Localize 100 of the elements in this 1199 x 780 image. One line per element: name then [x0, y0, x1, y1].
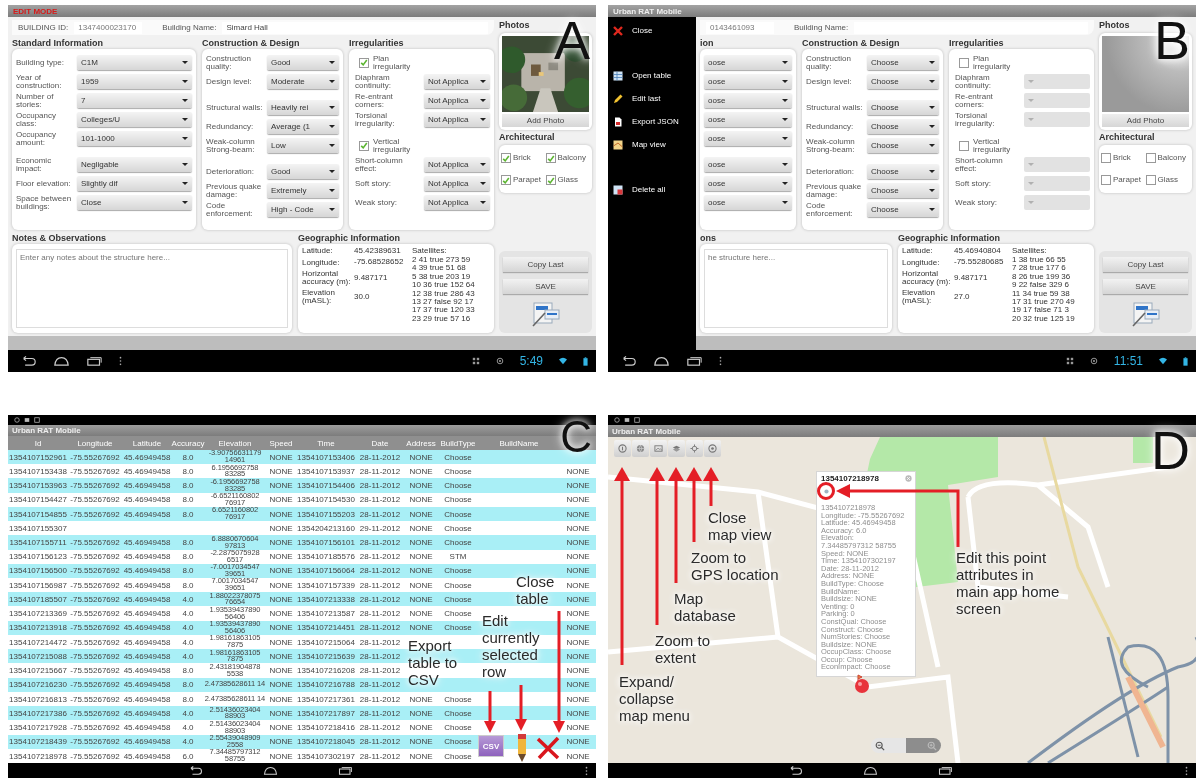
- dropdown[interactable]: oose: [704, 55, 792, 70]
- dropdown[interactable]: 101-1000: [77, 131, 192, 146]
- back-icon[interactable]: [788, 766, 803, 775]
- building-id-field[interactable]: 1347400023170: [74, 21, 143, 34]
- home-icon[interactable]: [863, 766, 878, 775]
- dropdown[interactable]: Not Applica: [424, 176, 490, 191]
- dropdown[interactable]: oose: [704, 157, 792, 172]
- checkbox[interactable]: [501, 153, 511, 163]
- menu-item[interactable]: Open table: [608, 64, 696, 87]
- recents-icon[interactable]: [938, 766, 953, 775]
- dropdown[interactable]: C1M: [77, 55, 192, 70]
- back-icon[interactable]: [620, 356, 637, 366]
- menu-item[interactable]: Export JSON: [608, 110, 696, 133]
- map-edit-icon[interactable]: [1130, 301, 1161, 327]
- table-cell-text: 1354107213369: [8, 608, 68, 621]
- dropdown[interactable]: oose: [704, 112, 792, 127]
- map-edit-icon[interactable]: [530, 301, 561, 327]
- dropdown[interactable]: Choose: [867, 183, 939, 198]
- add-photo-button[interactable]: Add Photo: [1102, 114, 1189, 127]
- zoom-out-icon[interactable]: [875, 740, 885, 751]
- toolbar-button[interactable]: [650, 440, 667, 457]
- dropdown[interactable]: oose: [704, 74, 792, 89]
- dropdown[interactable]: Good: [267, 55, 339, 70]
- table-cell-text: 1354107154406: [296, 480, 356, 493]
- satellite-entry: 7 28 true 177 6: [1012, 264, 1067, 273]
- dropdown[interactable]: Close: [77, 195, 192, 210]
- dropdown[interactable]: oose: [704, 176, 792, 191]
- recents-icon[interactable]: [686, 356, 703, 366]
- notes-field[interactable]: he structure here...: [704, 249, 888, 328]
- dropdown[interactable]: Not Applica: [424, 74, 490, 89]
- checkbox[interactable]: [1101, 153, 1111, 163]
- toolbar-button[interactable]: [704, 440, 721, 457]
- dropdown[interactable]: Negligable: [77, 157, 192, 172]
- checkbox[interactable]: [1101, 175, 1111, 185]
- dropdown[interactable]: Not Applica: [424, 157, 490, 172]
- dropdown[interactable]: 1959: [77, 74, 192, 89]
- dropdown[interactable]: oose: [704, 195, 792, 210]
- toolbar-button[interactable]: [668, 440, 685, 457]
- dropdown[interactable]: Heavily rei: [267, 100, 339, 115]
- dropdown[interactable]: Choose: [867, 55, 939, 70]
- back-icon[interactable]: [188, 766, 203, 775]
- dropdown[interactable]: 7: [77, 93, 192, 108]
- menu-item[interactable]: Delete all: [608, 178, 696, 201]
- menu-item[interactable]: Map view: [608, 133, 696, 156]
- building-name-field[interactable]: Simard Hall: [222, 21, 488, 34]
- menu-item[interactable]: Edit last: [608, 87, 696, 110]
- dropdown[interactable]: Good: [267, 164, 339, 179]
- notes-field[interactable]: Enter any notes about the structure here...: [16, 249, 288, 328]
- dropdown[interactable]: Not Applica: [424, 195, 490, 210]
- toolbar-button[interactable]: [632, 440, 649, 457]
- dropdown[interactable]: Not Applica: [424, 112, 490, 127]
- dropdown[interactable]: Low: [267, 138, 339, 153]
- dropdown[interactable]: Choose: [867, 74, 939, 89]
- dropdown[interactable]: Average (1: [267, 119, 339, 134]
- home-icon[interactable]: [53, 356, 70, 366]
- menu-icon[interactable]: [719, 356, 722, 366]
- checkbox[interactable]: [1145, 153, 1156, 163]
- dropdown[interactable]: Choose: [867, 119, 939, 134]
- map-pin-icon[interactable]: [852, 673, 872, 695]
- checkbox[interactable]: [959, 57, 969, 68]
- checkbox[interactable]: [545, 175, 556, 185]
- dropdown[interactable]: oose: [704, 131, 792, 146]
- dropdown[interactable]: Slightly dif: [77, 176, 192, 191]
- menu-icon[interactable]: [1185, 765, 1188, 776]
- action-button[interactable]: Copy Last: [1103, 257, 1188, 272]
- zoom-in-icon[interactable]: [927, 740, 937, 751]
- dropdown[interactable]: Extremely: [267, 183, 339, 198]
- dropdown[interactable]: oose: [704, 93, 792, 108]
- dropdown[interactable]: Choose: [867, 164, 939, 179]
- home-icon[interactable]: [263, 766, 278, 775]
- building-id-field[interactable]: 0143461093: [706, 21, 774, 34]
- marker-icon[interactable]: [824, 489, 829, 494]
- toolbar-button[interactable]: [614, 440, 631, 457]
- checkbox[interactable]: [501, 175, 511, 185]
- toolbar-button[interactable]: [686, 440, 703, 457]
- recents-icon[interactable]: [86, 356, 103, 366]
- dropdown[interactable]: Choose: [867, 100, 939, 115]
- dropdown[interactable]: Colleges/U: [77, 112, 192, 127]
- action-button[interactable]: SAVE: [1103, 279, 1188, 294]
- dropdown[interactable]: Choose: [867, 138, 939, 153]
- checkbox[interactable]: [545, 153, 556, 163]
- home-icon[interactable]: [653, 356, 670, 366]
- checkbox[interactable]: [359, 140, 369, 151]
- zoom-control[interactable]: [871, 738, 941, 753]
- menu-icon[interactable]: [585, 765, 588, 776]
- back-icon[interactable]: [20, 356, 37, 366]
- action-button[interactable]: Copy Last: [503, 257, 588, 272]
- dropdown[interactable]: Moderate: [267, 74, 339, 89]
- add-photo-button[interactable]: Add Photo: [502, 114, 589, 127]
- menu-icon[interactable]: [119, 356, 122, 366]
- dropdown[interactable]: Choose: [867, 202, 939, 217]
- recents-icon[interactable]: [338, 766, 353, 775]
- checkbox[interactable]: [1145, 175, 1156, 185]
- dropdown[interactable]: Not Applica: [424, 93, 490, 108]
- action-button[interactable]: SAVE: [503, 279, 588, 294]
- menu-item[interactable]: Close: [608, 19, 696, 42]
- dropdown[interactable]: High - Code: [267, 202, 339, 217]
- close-icon[interactable]: [536, 736, 560, 760]
- checkbox[interactable]: [959, 140, 969, 151]
- checkbox[interactable]: [359, 57, 369, 68]
